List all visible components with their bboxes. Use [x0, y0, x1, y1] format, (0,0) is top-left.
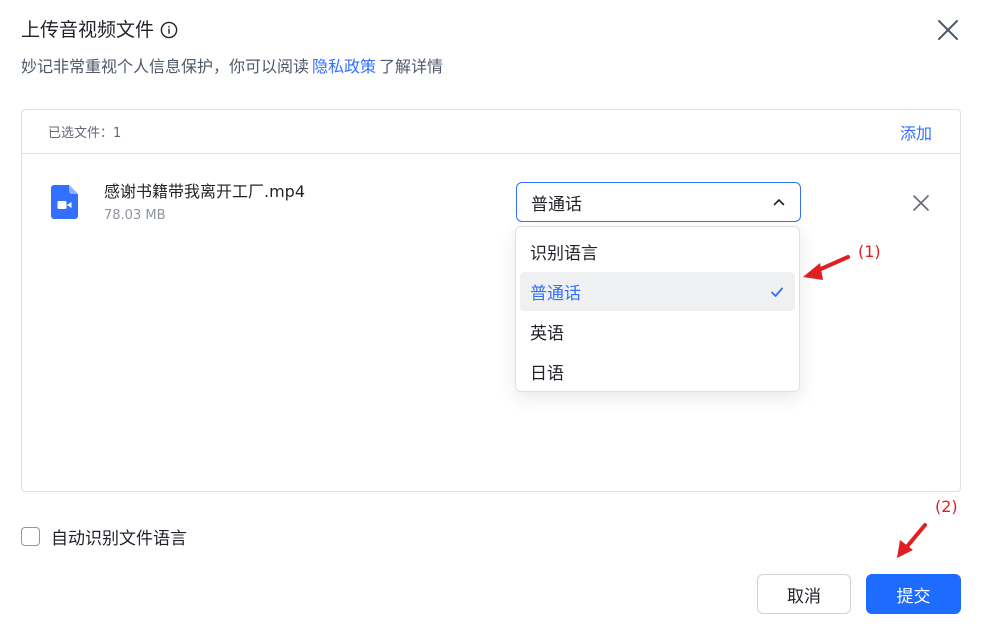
upload-dialog: 上传音视频文件 妙记非常重视个人信息保护，你可以阅读 隐私政策 了解详情 已选文件：…	[0, 0, 988, 631]
annotation-label-two: (2)	[935, 497, 958, 516]
auto-detect-option[interactable]: 自动识别文件语言	[21, 524, 187, 549]
auto-detect-label: 自动识别文件语言	[51, 529, 187, 549]
video-file-icon	[51, 185, 78, 219]
info-icon[interactable]	[160, 21, 178, 39]
language-option-mandarin[interactable]: 普通话	[520, 272, 795, 311]
language-option-label: 普通话	[530, 284, 581, 304]
language-option-english[interactable]: 英语	[520, 312, 795, 351]
auto-detect-checkbox[interactable]	[21, 527, 40, 546]
privacy-policy-link[interactable]: 隐私政策	[312, 57, 376, 76]
file-list-panel: 已选文件：1 添加 感谢书籍带我离开工厂.mp4 78.03 MB 普通话	[21, 109, 961, 492]
language-option-label: 英语	[530, 324, 564, 344]
annotation-label-one: (1)	[858, 242, 881, 261]
language-option-japanese[interactable]: 日语	[520, 352, 795, 391]
remove-file-icon[interactable]	[910, 192, 932, 214]
add-file-button[interactable]: 添加	[900, 120, 932, 144]
dialog-header: 上传音视频文件	[21, 17, 178, 43]
dialog-title: 上传音视频文件	[21, 19, 155, 41]
selected-file-count: 已选文件：1	[48, 126, 122, 141]
file-list-header: 已选文件：1 添加	[22, 110, 960, 154]
language-dropdown: 识别语言 普通话 英语 日语	[515, 226, 800, 392]
privacy-notice: 妙记非常重视个人信息保护，你可以阅读 隐私政策 了解详情	[21, 56, 443, 78]
language-option-label: 识别语言	[530, 244, 598, 264]
language-select-value: 普通话	[531, 194, 582, 215]
file-row: 感谢书籍带我离开工厂.mp4 78.03 MB 普通话	[22, 154, 960, 244]
check-icon	[771, 287, 783, 297]
language-option-label: 日语	[530, 364, 564, 384]
file-name: 感谢书籍带我离开工厂.mp4	[104, 182, 306, 201]
chevron-up-icon	[773, 199, 785, 206]
language-option-detect[interactable]: 识别语言	[520, 232, 795, 271]
file-size: 78.03 MB	[104, 208, 166, 223]
cancel-button[interactable]: 取消	[757, 574, 851, 614]
submit-button[interactable]: 提交	[866, 574, 961, 614]
language-select[interactable]: 普通话	[516, 182, 801, 222]
privacy-notice-prefix: 妙记非常重视个人信息保护，你可以阅读	[21, 57, 310, 76]
close-icon[interactable]	[934, 16, 962, 44]
annotation-arrow-two	[897, 523, 927, 558]
privacy-notice-suffix: 了解详情	[379, 57, 444, 76]
